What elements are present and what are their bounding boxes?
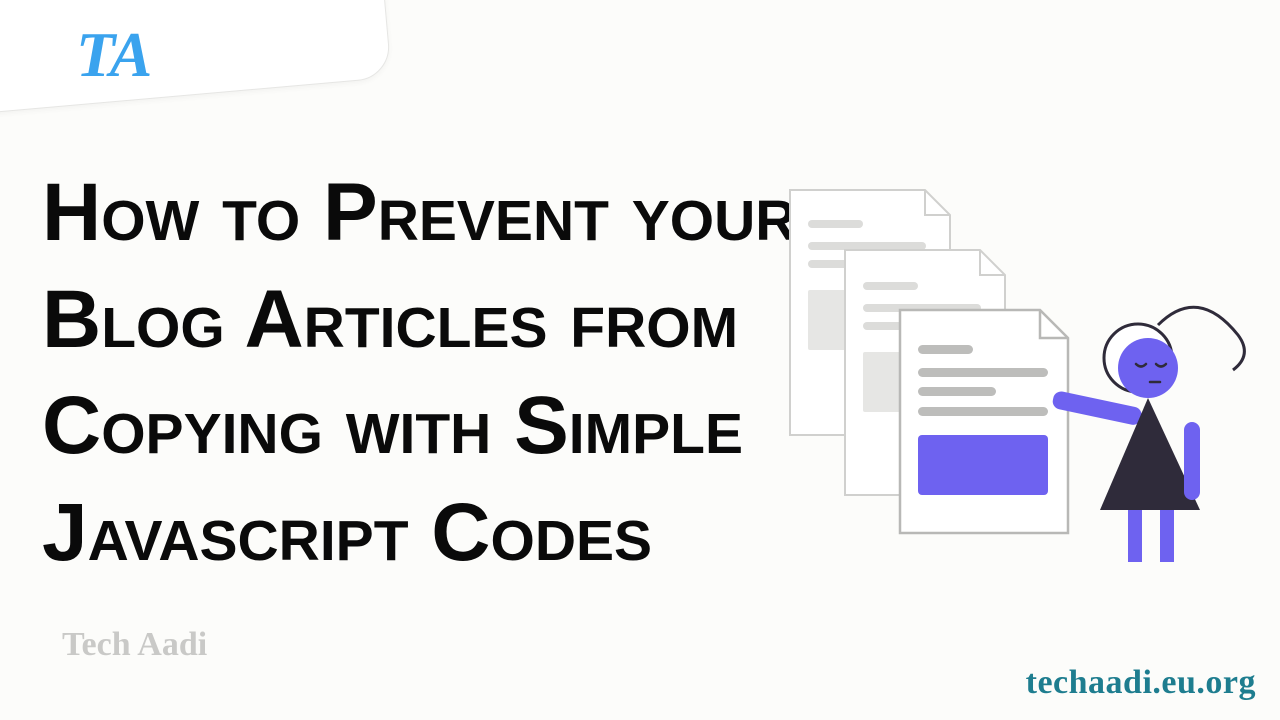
documents-svg [760,160,1260,580]
documents-illustration [760,160,1260,580]
person-icon [1051,307,1244,562]
brand-logo: TA [76,18,150,92]
site-url: techaadi.eu.org [1026,664,1256,702]
page-title: How to Prevent your Blog Articles from C… [42,160,802,586]
author-name: Tech Aadi [62,626,207,664]
document-front-icon [900,310,1068,533]
logo-card [0,0,392,114]
